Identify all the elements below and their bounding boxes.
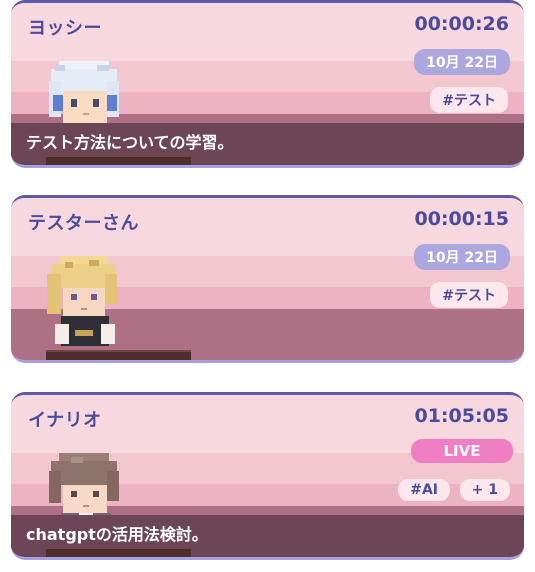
session-timer: 00:00:15 [414,208,509,230]
desk [46,350,191,360]
avatar [47,256,117,346]
session-timer: 00:00:26 [414,13,509,35]
date-badge: 10月 22日 [414,49,510,75]
desk [46,155,191,165]
user-name: ヨッシー [28,18,102,39]
session-timer: 01:05:05 [414,405,509,427]
user-name: イナリオ [28,410,102,431]
tag-chip[interactable]: #テスト [430,87,508,113]
live-badge: LIVE [411,439,513,463]
tag-chip[interactable]: #AI [398,479,450,501]
desk [46,547,191,557]
activity-caption: テスト方法についての学習。 [26,133,234,152]
study-card[interactable]: テスト方法についての学習。 ヨッシー 00:00:26 10月 22日 #テスト [11,0,524,168]
study-card[interactable]: chatgptの活用法検討。 イナリオ 01:05:05 LIVE #AI + … [11,392,524,560]
study-card[interactable]: テスターさん 00:00:15 10月 22日 #テスト [11,195,524,363]
tag-chip[interactable]: #テスト [430,282,508,308]
more-tags-chip[interactable]: + 1 [459,479,510,501]
date-badge: 10月 22日 [414,244,510,270]
activity-caption: chatgptの活用法検討。 [26,525,208,544]
user-name: テスターさん [28,213,139,234]
